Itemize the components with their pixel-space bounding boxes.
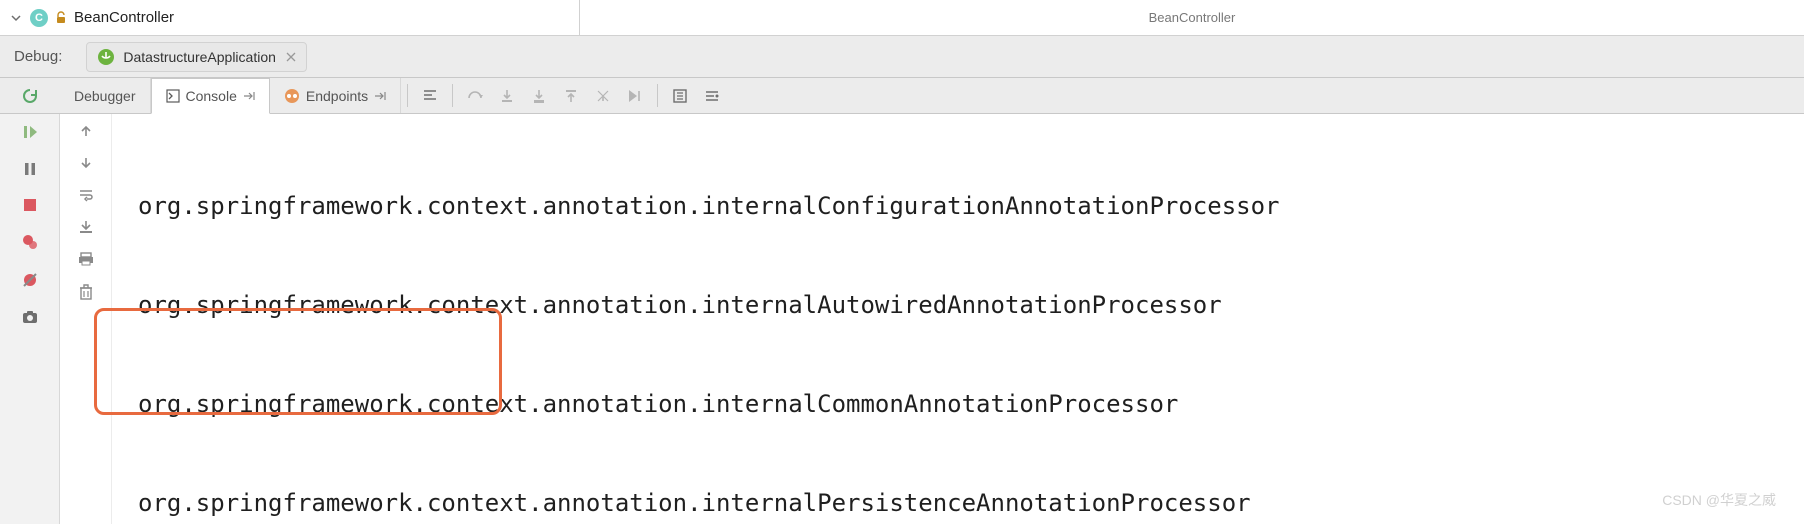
- class-badge-icon: C: [30, 9, 48, 27]
- watermark-text: CSDN @华夏之威: [1662, 490, 1776, 510]
- open-in-icon[interactable]: [243, 91, 255, 101]
- rerun-icon[interactable]: [21, 87, 39, 105]
- console-tools-column: [60, 114, 112, 524]
- view-breakpoints-icon[interactable]: [22, 234, 38, 250]
- console-line: org.springframework.context.annotation.i…: [138, 487, 1804, 520]
- header-left: C BeanController: [0, 0, 580, 35]
- tab-console[interactable]: Console: [151, 78, 270, 114]
- tab-endpoints-label: Endpoints: [306, 88, 368, 104]
- up-arrow-icon[interactable]: [79, 124, 93, 138]
- drop-frame-icon[interactable]: [587, 78, 619, 113]
- camera-icon[interactable]: [22, 310, 38, 324]
- spring-boot-icon: [97, 48, 115, 66]
- console-line: org.springframework.context.annotation.i…: [138, 190, 1804, 223]
- close-icon[interactable]: [286, 52, 296, 62]
- tools-bar: Debugger Console Endpoints: [0, 78, 1804, 114]
- tab-debugger[interactable]: Debugger: [60, 78, 151, 113]
- clear-all-icon[interactable]: [79, 284, 93, 300]
- lock-open-icon: [54, 11, 68, 25]
- chevron-down-icon[interactable]: [10, 12, 22, 24]
- run-config-chip[interactable]: DatastructureApplication: [86, 42, 307, 72]
- main-area: org.springframework.context.annotation.i…: [0, 114, 1804, 524]
- header-left-title: BeanController: [74, 9, 174, 26]
- pause-icon[interactable]: [23, 162, 37, 176]
- rerun-gutter: [0, 78, 60, 113]
- trace-icon[interactable]: [696, 78, 728, 113]
- action-column: [0, 114, 60, 524]
- run-to-cursor-icon[interactable]: [619, 78, 651, 113]
- step-over-icon[interactable]: [459, 78, 491, 113]
- tab-endpoints[interactable]: Endpoints: [270, 78, 401, 113]
- header-right-title: BeanController: [1149, 10, 1236, 25]
- debug-label: Debug:: [14, 48, 62, 65]
- step-out-icon[interactable]: [555, 78, 587, 113]
- print-icon[interactable]: [78, 252, 94, 266]
- tab-console-label: Console: [186, 88, 237, 104]
- console-line: org.springframework.context.annotation.i…: [138, 388, 1804, 421]
- run-config-label: DatastructureApplication: [123, 49, 276, 65]
- console-line: org.springframework.context.annotation.i…: [138, 289, 1804, 322]
- evaluate-icon[interactable]: [664, 78, 696, 113]
- tab-debugger-label: Debugger: [74, 88, 136, 104]
- endpoints-icon: [284, 88, 300, 104]
- open-in-icon[interactable]: [374, 91, 386, 101]
- separator-icon: [452, 84, 453, 107]
- resume-icon[interactable]: [22, 124, 38, 140]
- scroll-to-end-icon[interactable]: [78, 220, 94, 234]
- debug-bar: Debug: DatastructureApplication: [0, 36, 1804, 78]
- down-arrow-icon[interactable]: [79, 156, 93, 170]
- align-left-icon[interactable]: [414, 78, 446, 113]
- stop-icon[interactable]: [23, 198, 37, 212]
- header-right: BeanController: [580, 0, 1804, 35]
- separator-icon: [407, 84, 408, 107]
- console-icon: [166, 89, 180, 103]
- step-into-icon[interactable]: [491, 78, 523, 113]
- console-output[interactable]: org.springframework.context.annotation.i…: [112, 114, 1804, 524]
- header-bar: C BeanController BeanController: [0, 0, 1804, 36]
- mute-breakpoints-icon[interactable]: [22, 272, 38, 288]
- force-step-into-icon[interactable]: [523, 78, 555, 113]
- separator-icon: [657, 84, 658, 107]
- soft-wrap-icon[interactable]: [78, 188, 94, 202]
